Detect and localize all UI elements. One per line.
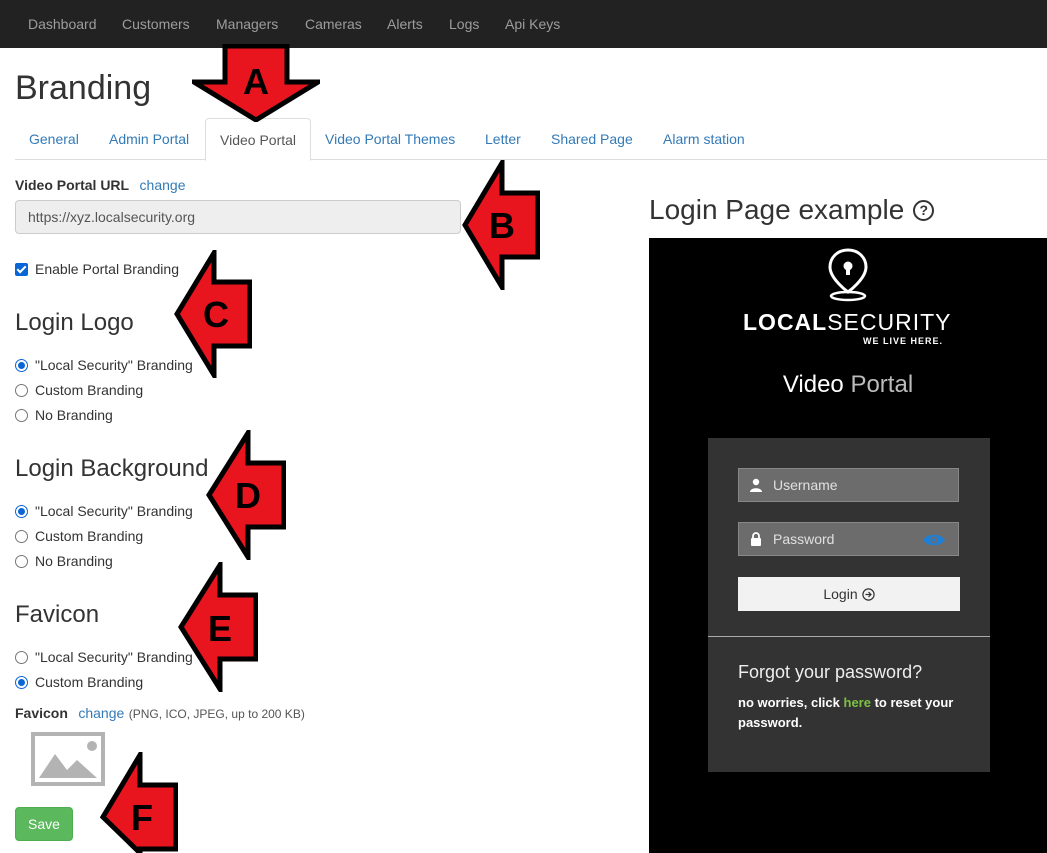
favicon-heading: Favicon bbox=[15, 601, 100, 628]
question-circle-icon[interactable]: ? bbox=[913, 199, 935, 221]
user-icon bbox=[739, 478, 773, 492]
portal-title-b: Portal bbox=[850, 371, 914, 398]
brand-light: SECURITY bbox=[827, 309, 952, 335]
example-title-text: Login Page example bbox=[649, 194, 905, 225]
save-button[interactable]: Save bbox=[15, 807, 73, 841]
annotation-arrow-f: F bbox=[100, 752, 178, 853]
login-logo-option-custom[interactable]: Custom Branding bbox=[15, 382, 143, 398]
nav-managers[interactable]: Managers bbox=[216, 0, 278, 48]
video-portal-url-input[interactable] bbox=[15, 200, 461, 234]
nav-dashboard[interactable]: Dashboard bbox=[28, 0, 97, 48]
login-button[interactable]: Login bbox=[738, 577, 960, 611]
favicon-upload-row: Favicon change (PNG, ICO, JPEG, up to 20… bbox=[15, 705, 305, 723]
radio-icon[interactable] bbox=[15, 650, 28, 664]
radio-icon[interactable] bbox=[15, 675, 28, 689]
tab-admin-portal[interactable]: Admin Portal bbox=[95, 118, 203, 160]
location-pin-lock-icon bbox=[828, 248, 868, 302]
login-background-option-local[interactable]: "Local Security" Branding bbox=[15, 503, 193, 519]
video-portal-url-row: Video Portal URL change bbox=[15, 177, 185, 195]
radio-label: Custom Branding bbox=[35, 382, 144, 398]
radio-icon[interactable] bbox=[15, 504, 28, 518]
login-background-option-custom[interactable]: Custom Branding bbox=[15, 528, 143, 544]
annotation-label-a: A bbox=[243, 61, 269, 102]
branding-tabs: General Admin Portal Video Portal Video … bbox=[15, 118, 1047, 161]
url-change-link[interactable]: change bbox=[140, 177, 186, 193]
nav-cameras[interactable]: Cameras bbox=[305, 0, 362, 48]
eye-icon[interactable] bbox=[922, 533, 946, 547]
favicon-option-local[interactable]: "Local Security" Branding bbox=[15, 649, 193, 665]
annotation-arrow-d: D bbox=[206, 430, 286, 560]
tab-video-portal-themes[interactable]: Video Portal Themes bbox=[311, 118, 469, 160]
radio-label: No Branding bbox=[35, 553, 113, 569]
annotation-arrow-a: A bbox=[192, 44, 320, 122]
enable-portal-branding-row[interactable]: Enable Portal Branding bbox=[15, 261, 179, 277]
login-logo-option-local[interactable]: "Local Security" Branding bbox=[15, 357, 193, 373]
annotation-label-e: E bbox=[208, 608, 232, 649]
radio-label: Custom Branding bbox=[35, 674, 144, 690]
annotation-label-b: B bbox=[489, 205, 515, 246]
nav-alerts[interactable]: Alerts bbox=[387, 0, 423, 48]
arrow-circle-right-icon bbox=[861, 587, 875, 601]
forgot-password-text: no worries, click here to reset your pas… bbox=[738, 693, 968, 733]
brand-wordmark: LOCALSECURITY bbox=[743, 309, 952, 336]
radio-label: "Local Security" Branding bbox=[35, 503, 193, 519]
portal-title-a: Video bbox=[782, 371, 844, 398]
radio-icon[interactable] bbox=[15, 383, 28, 397]
password-placeholder: Password bbox=[773, 531, 835, 547]
tab-general[interactable]: General bbox=[15, 118, 93, 160]
forgot-password-title: Forgot your password? bbox=[738, 662, 923, 682]
favicon-change-link[interactable]: change bbox=[78, 705, 124, 721]
annotation-label-d: D bbox=[235, 475, 261, 516]
page-title: Branding bbox=[15, 69, 152, 107]
nav-api-keys[interactable]: Api Keys bbox=[505, 0, 560, 48]
login-box: Username Password Login Forgot your pass… bbox=[708, 438, 990, 772]
radio-label: Custom Branding bbox=[35, 528, 144, 544]
annotation-label-f: F bbox=[131, 797, 153, 838]
login-label: Login bbox=[823, 586, 858, 602]
lock-icon bbox=[739, 532, 773, 546]
enable-portal-branding-checkbox[interactable] bbox=[15, 262, 28, 276]
annotation-arrow-c: C bbox=[174, 250, 252, 378]
tab-video-portal[interactable]: Video Portal bbox=[205, 118, 312, 161]
annotation-arrow-b: B bbox=[462, 160, 540, 290]
reset-password-link[interactable]: here bbox=[844, 695, 871, 710]
login-page-example-title: Login Page example ? bbox=[649, 194, 935, 226]
radio-label: "Local Security" Branding bbox=[35, 357, 193, 373]
enable-portal-branding-label: Enable Portal Branding bbox=[35, 261, 179, 277]
tab-letter[interactable]: Letter bbox=[471, 118, 535, 160]
username-placeholder: Username bbox=[773, 477, 838, 493]
tab-shared-page[interactable]: Shared Page bbox=[537, 118, 647, 160]
favicon-label: Favicon bbox=[15, 705, 68, 721]
favicon-hint: (PNG, ICO, JPEG, up to 200 KB) bbox=[128, 707, 305, 721]
forgot-text-a: no worries, click bbox=[738, 695, 840, 710]
login-logo-option-none[interactable]: No Branding bbox=[15, 407, 113, 423]
top-navbar: Dashboard Customers Managers Cameras Ale… bbox=[0, 0, 1047, 48]
password-field[interactable]: Password bbox=[738, 522, 959, 556]
radio-label: "Local Security" Branding bbox=[35, 649, 193, 665]
radio-label: No Branding bbox=[35, 407, 113, 423]
login-page-preview: LOCALSECURITY WE LIVE HERE. Video Portal… bbox=[649, 238, 1047, 853]
annotation-label-c: C bbox=[203, 294, 229, 335]
annotation-arrow-e: E bbox=[178, 562, 258, 692]
login-logo-heading: Login Logo bbox=[15, 309, 134, 336]
brand-bold: LOCAL bbox=[743, 309, 828, 335]
radio-icon[interactable] bbox=[15, 358, 28, 372]
login-background-heading: Login Background bbox=[15, 455, 209, 482]
video-portal-url-label: Video Portal URL bbox=[15, 177, 130, 193]
nav-customers[interactable]: Customers bbox=[122, 0, 190, 48]
login-background-option-none[interactable]: No Branding bbox=[15, 553, 113, 569]
video-portal-title: Video Portal bbox=[649, 371, 1047, 399]
favicon-option-custom[interactable]: Custom Branding bbox=[15, 674, 143, 690]
radio-icon[interactable] bbox=[15, 408, 28, 422]
tab-alarm-station[interactable]: Alarm station bbox=[649, 118, 759, 160]
image-placeholder-icon[interactable] bbox=[31, 732, 105, 786]
nav-logs[interactable]: Logs bbox=[449, 0, 479, 48]
radio-icon[interactable] bbox=[15, 529, 28, 543]
login-divider bbox=[708, 636, 990, 637]
radio-icon[interactable] bbox=[15, 554, 28, 568]
brand-tagline: WE LIVE HERE. bbox=[863, 336, 944, 346]
username-field[interactable]: Username bbox=[738, 468, 959, 502]
